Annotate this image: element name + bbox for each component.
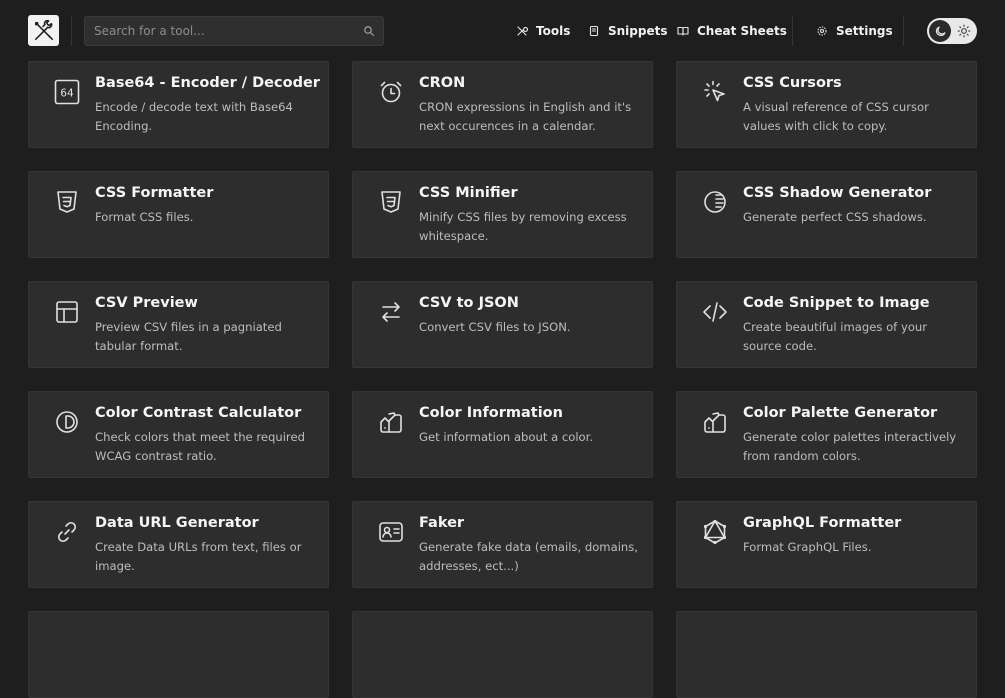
- header-divider: [792, 16, 793, 46]
- tool-description: Check colors that meet the required WCAG…: [95, 430, 305, 463]
- css3-icon: [378, 189, 404, 215]
- tool-title: CSS Minifier: [419, 185, 518, 201]
- header-divider: [71, 16, 72, 46]
- nav-cheat-sheets[interactable]: Cheat Sheets: [677, 18, 787, 44]
- alarm-clock-icon: [378, 79, 404, 105]
- tool-card[interactable]: [676, 611, 977, 698]
- nav-settings-label: Settings: [836, 24, 893, 38]
- tool-card[interactable]: CSV Preview Preview CSV files in a pagnia…: [28, 281, 329, 368]
- tool-title: CSV to JSON: [419, 295, 519, 311]
- tool-title: GraphQL Formatter: [743, 515, 902, 531]
- tool-description: Get information about a color.: [419, 430, 594, 444]
- graphql-icon: [702, 519, 728, 545]
- tool-title: CSS Formatter: [95, 185, 214, 201]
- tool-description: Convert CSV files to JSON.: [419, 320, 571, 334]
- tool-title: Color Contrast Calculator: [95, 405, 302, 421]
- snippets-icon: [589, 25, 599, 37]
- color-swatch-icon: [702, 409, 728, 435]
- tool-title: CSV Preview: [95, 295, 198, 311]
- tool-description: Encode / decode text with Base64 Encodin…: [95, 100, 293, 133]
- tool-description: Preview CSV files in a pagniated tabular…: [95, 320, 282, 353]
- table-icon: [54, 299, 80, 325]
- nav-settings[interactable]: Settings: [816, 18, 893, 44]
- search-input[interactable]: [85, 17, 355, 45]
- book-icon: [677, 26, 689, 36]
- tool-card[interactable]: CRON CRON expressions in English and it's…: [352, 61, 653, 148]
- nav-cheat-sheets-label: Cheat Sheets: [697, 24, 787, 38]
- tool-card[interactable]: [28, 611, 329, 698]
- tool-card[interactable]: Faker Generate fake data (emails, domains…: [352, 501, 653, 588]
- svg-text:64: 64: [60, 87, 74, 100]
- tool-title: Code Snippet to Image: [743, 295, 930, 311]
- tool-description: A visual reference of CSS cursor values …: [743, 100, 929, 133]
- code-icon: [702, 299, 728, 325]
- tool-card[interactable]: Color Contrast Calculator Check colors th…: [28, 391, 329, 478]
- nav-snippets-label: Snippets: [608, 24, 668, 38]
- transfer-icon: [378, 299, 404, 325]
- logo-icon[interactable]: [28, 15, 59, 46]
- tool-description: Generate color palettes interactively fr…: [743, 430, 957, 463]
- tool-title: CRON: [419, 75, 466, 91]
- search-box[interactable]: [84, 16, 384, 46]
- tool-title: Faker: [419, 515, 465, 531]
- css3-icon: [54, 189, 80, 215]
- tool-card[interactable]: Code Snippet to Image Create beautiful im…: [676, 281, 977, 368]
- nav-tools[interactable]: Tools: [516, 18, 570, 44]
- tool-card[interactable]: Color Palette Generator Generate color pa…: [676, 391, 977, 478]
- tool-description: Create Data URLs from text, files or ima…: [95, 540, 302, 573]
- color-swatch-icon: [378, 409, 404, 435]
- tool-description: Generate fake data (emails, domains, add…: [419, 540, 638, 573]
- tool-title: CSS Shadow Generator: [743, 185, 932, 201]
- tool-description: CRON expressions in English and it's nex…: [419, 100, 632, 133]
- tools-icon: [517, 26, 528, 36]
- id-card-icon: [378, 519, 404, 545]
- tool-title: Base64 - Encoder / Decoder: [95, 75, 320, 91]
- tool-description: Minify CSS files by removing excess whit…: [419, 210, 627, 243]
- tool-card[interactable]: GraphQL Formatter Format GraphQL Files.: [676, 501, 977, 588]
- top-bar: Tools Snippets Cheat Sheets Settings: [0, 0, 1005, 62]
- nav-tools-label: Tools: [536, 24, 571, 38]
- base64-icon: 64: [54, 79, 80, 105]
- cursor-click-icon: [702, 79, 728, 105]
- shadow-icon: [702, 189, 728, 215]
- tool-description: Format CSS files.: [95, 210, 194, 224]
- moon-icon: [929, 20, 951, 42]
- tool-card[interactable]: 64 Base64 - Encoder / Decoder Encode / dec…: [28, 61, 329, 148]
- sun-icon: [957, 24, 971, 38]
- tool-description: Format GraphQL Files.: [743, 540, 872, 554]
- search-icon[interactable]: [363, 25, 375, 37]
- tool-card[interactable]: CSS Cursors A visual reference of CSS cur…: [676, 61, 977, 148]
- tool-description: Generate perfect CSS shadows.: [743, 210, 927, 224]
- tool-card[interactable]: Color Information Get information about a…: [352, 391, 653, 478]
- contrast-icon: [54, 409, 80, 435]
- tool-card[interactable]: CSS Formatter Format CSS files.: [28, 171, 329, 258]
- header-divider: [903, 16, 904, 46]
- tool-card[interactable]: CSS Minifier Minify CSS files by removing…: [352, 171, 653, 258]
- tool-card[interactable]: Data URL Generator Create Data URLs from …: [28, 501, 329, 588]
- nav-snippets[interactable]: Snippets: [588, 18, 668, 44]
- link-icon: [54, 519, 80, 545]
- tool-description: Create beautiful images of your source c…: [743, 320, 928, 353]
- tool-card[interactable]: [352, 611, 653, 698]
- tool-title: Color Palette Generator: [743, 405, 938, 421]
- tool-card[interactable]: CSS Shadow Generator Generate perfect CSS…: [676, 171, 977, 258]
- tool-title: Data URL Generator: [95, 515, 259, 531]
- tool-title: CSS Cursors: [743, 75, 842, 91]
- tool-card[interactable]: CSV to JSON Convert CSV files to JSON.: [352, 281, 653, 368]
- theme-toggle[interactable]: [927, 18, 977, 44]
- tool-title: Color Information: [419, 405, 563, 421]
- gear-icon: [817, 26, 827, 36]
